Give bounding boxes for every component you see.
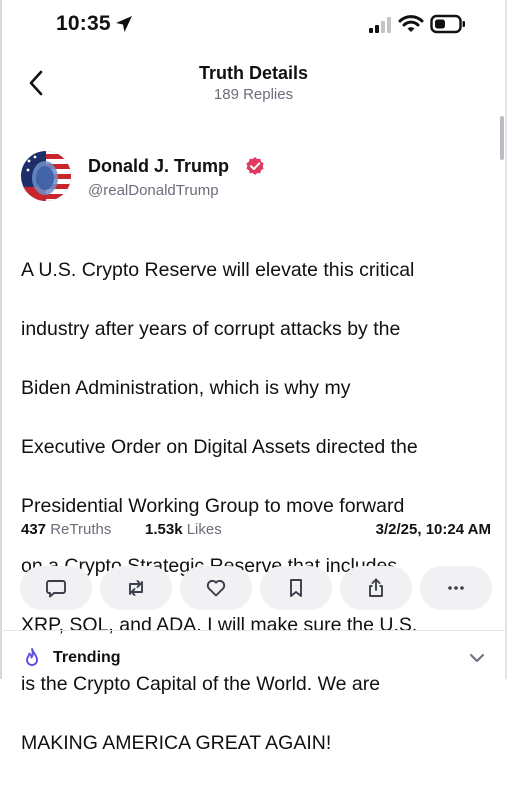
post-line: Presidential Working Group to move forwa… (21, 495, 405, 518)
post-body: A U.S. Crypto Reserve will elevate this … (21, 226, 491, 788)
bookmark-button[interactable] (260, 566, 332, 610)
reply-button[interactable] (20, 566, 92, 610)
post-line: A U.S. Crypto Reserve will elevate this … (21, 258, 415, 281)
post-line: industry after years of corrupt attacks … (21, 317, 401, 340)
action-bar (20, 566, 492, 610)
post-stats: 437 ReTruths 1.53k Likes 3/2/25, 10:24 A… (21, 521, 491, 541)
like-button[interactable] (180, 566, 252, 610)
retruths-label: ReTruths (50, 521, 112, 538)
post-line: Biden Administration, which is why my (21, 376, 351, 399)
retruths-stat[interactable]: 437 ReTruths (21, 521, 111, 538)
more-options-button[interactable] (420, 566, 492, 610)
more-icon (448, 586, 464, 590)
trending-label: Trending (53, 649, 121, 666)
avatar[interactable] (21, 151, 71, 201)
likes-label: Likes (186, 521, 222, 538)
status-time: 10:35 (56, 12, 111, 35)
post-timestamp: 3/2/25, 10:24 AM (375, 521, 491, 538)
location-arrow-icon (116, 16, 132, 32)
wifi-icon (398, 15, 424, 32)
bookmark-icon (290, 579, 302, 597)
share-button[interactable] (340, 566, 412, 610)
page-title: Truth Details (198, 63, 309, 83)
post-line: Executive Order on Digital Assets direct… (21, 436, 418, 459)
trending-section[interactable]: Trending (0, 642, 507, 676)
verified-badge-icon (246, 157, 264, 175)
battery-icon (430, 14, 465, 34)
heart-icon (206, 579, 226, 597)
post-line: MAKING AMERICA GREAT AGAIN! (21, 732, 332, 755)
status-bar: 10:35 (0, 0, 507, 50)
author-handle[interactable]: @realDonaldTrump (88, 182, 219, 199)
retruths-count: 437 (21, 521, 47, 538)
divider (0, 630, 507, 631)
reply-count[interactable]: 189 Replies (0, 86, 507, 103)
chevron-down-icon[interactable] (467, 650, 487, 666)
likes-count: 1.53k (145, 521, 183, 538)
nav-header: Truth Details 189 Replies (0, 58, 507, 110)
cellular-signal-icon (369, 17, 391, 33)
retruth-button[interactable] (100, 566, 172, 610)
post-line: XRP, SOL, and ADA. I will make sure the … (21, 613, 418, 636)
retruth-icon (129, 580, 143, 596)
share-icon (369, 578, 383, 597)
reply-icon (46, 580, 66, 598)
author-name[interactable]: Donald J. Trump (88, 156, 229, 177)
likes-stat[interactable]: 1.53k Likes (145, 521, 222, 538)
flame-icon (26, 648, 38, 666)
scrollbar[interactable] (500, 116, 504, 160)
